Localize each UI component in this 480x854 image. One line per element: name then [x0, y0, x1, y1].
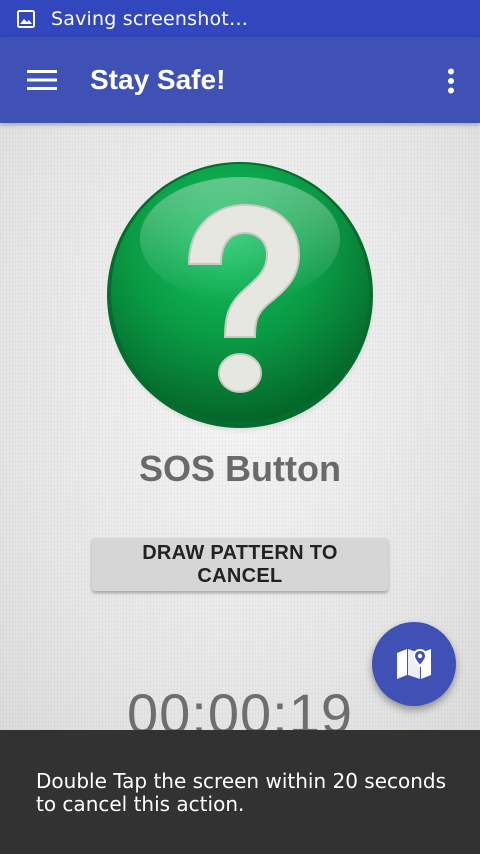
- map-fab-button[interactable]: [372, 622, 456, 706]
- question-mark-icon: [106, 162, 376, 434]
- app-bar: Stay Safe!: [0, 37, 480, 123]
- snackbar-message: Double Tap the screen within 20 seconds …: [36, 769, 447, 816]
- screen: Saving screenshot… Stay Safe! SOS Button…: [0, 0, 480, 854]
- map-icon: [397, 648, 431, 679]
- hamburger-menu-icon[interactable]: [27, 68, 57, 92]
- snackbar: Double Tap the screen within 20 seconds …: [0, 730, 480, 854]
- app-title: Stay Safe!: [90, 64, 226, 95]
- sos-button[interactable]: [103, 159, 377, 434]
- image-icon: [16, 9, 36, 29]
- status-bar: Saving screenshot…: [0, 0, 480, 37]
- more-vert-icon[interactable]: [447, 68, 455, 94]
- draw-pattern-cancel-button[interactable]: DRAW PATTERN TO CANCEL: [92, 538, 388, 591]
- status-notification-text: Saving screenshot…: [51, 7, 249, 30]
- sos-label: SOS Button: [139, 448, 341, 489]
